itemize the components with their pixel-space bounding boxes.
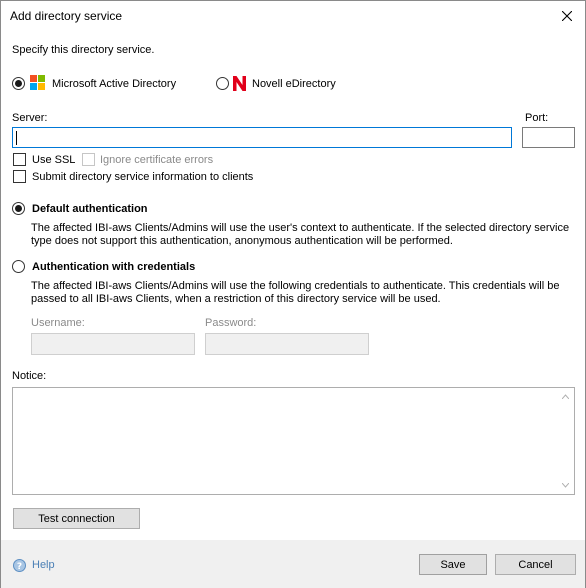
novell-edirectory-label[interactable]: Novell eDirectory [252, 78, 336, 90]
port-input[interactable] [522, 127, 575, 148]
microsoft-active-directory-label[interactable]: Microsoft Active Directory [52, 78, 176, 90]
save-button[interactable]: Save [419, 554, 487, 575]
use-ssl-checkbox[interactable] [13, 153, 26, 166]
notice-scrollbar[interactable] [558, 389, 573, 493]
password-label: Password: [205, 317, 257, 329]
microsoft-logo-icon [30, 75, 45, 90]
dialog-prompt: Specify this directory service. [12, 44, 155, 56]
default-authentication-description: The affected IBI-aws Clients/Admins will… [31, 222, 570, 247]
notice-textarea[interactable] [12, 387, 575, 495]
use-ssl-label[interactable]: Use SSL [32, 154, 75, 166]
submit-info-label[interactable]: Submit directory service information to … [32, 171, 253, 183]
cancel-button[interactable]: Cancel [495, 554, 576, 575]
dialog-title: Add directory service [10, 9, 123, 23]
submit-info-checkbox[interactable] [13, 170, 26, 183]
svg-text:?: ? [17, 562, 22, 572]
title-bar: Add directory service [1, 1, 585, 32]
ignore-cert-errors-label: Ignore certificate errors [100, 154, 214, 166]
help-icon[interactable]: ? [13, 559, 26, 572]
scroll-down-arrow-icon[interactable] [562, 483, 569, 488]
default-authentication-label[interactable]: Default authentication [32, 203, 148, 215]
server-input[interactable] [12, 127, 512, 148]
username-input[interactable] [31, 333, 195, 355]
scroll-up-arrow-icon[interactable] [562, 394, 569, 399]
add-directory-service-dialog: Add directory service Specify this direc… [0, 0, 586, 588]
credentials-authentication-label[interactable]: Authentication with credentials [32, 261, 195, 273]
credentials-authentication-description: The affected IBI-aws Clients/Admins will… [31, 280, 560, 305]
port-label: Port: [525, 112, 549, 124]
close-icon [562, 11, 572, 21]
radio-microsoft-active-directory[interactable] [12, 77, 25, 90]
radio-default-authentication[interactable] [12, 202, 25, 215]
radio-credentials-authentication[interactable] [12, 260, 25, 273]
ignore-cert-errors-checkbox[interactable] [82, 153, 95, 166]
dialog-footer: ? Help Save Cancel [1, 540, 585, 588]
close-button[interactable] [549, 1, 585, 31]
text-caret [16, 131, 17, 145]
username-label: Username: [31, 317, 85, 329]
radio-novell-edirectory[interactable] [216, 77, 229, 90]
test-connection-button[interactable]: Test connection [13, 508, 140, 529]
notice-label: Notice: [12, 370, 47, 382]
help-link[interactable]: Help [32, 559, 55, 571]
password-input[interactable] [205, 333, 369, 355]
novell-logo-icon [233, 76, 246, 91]
server-label: Server: [12, 112, 48, 124]
